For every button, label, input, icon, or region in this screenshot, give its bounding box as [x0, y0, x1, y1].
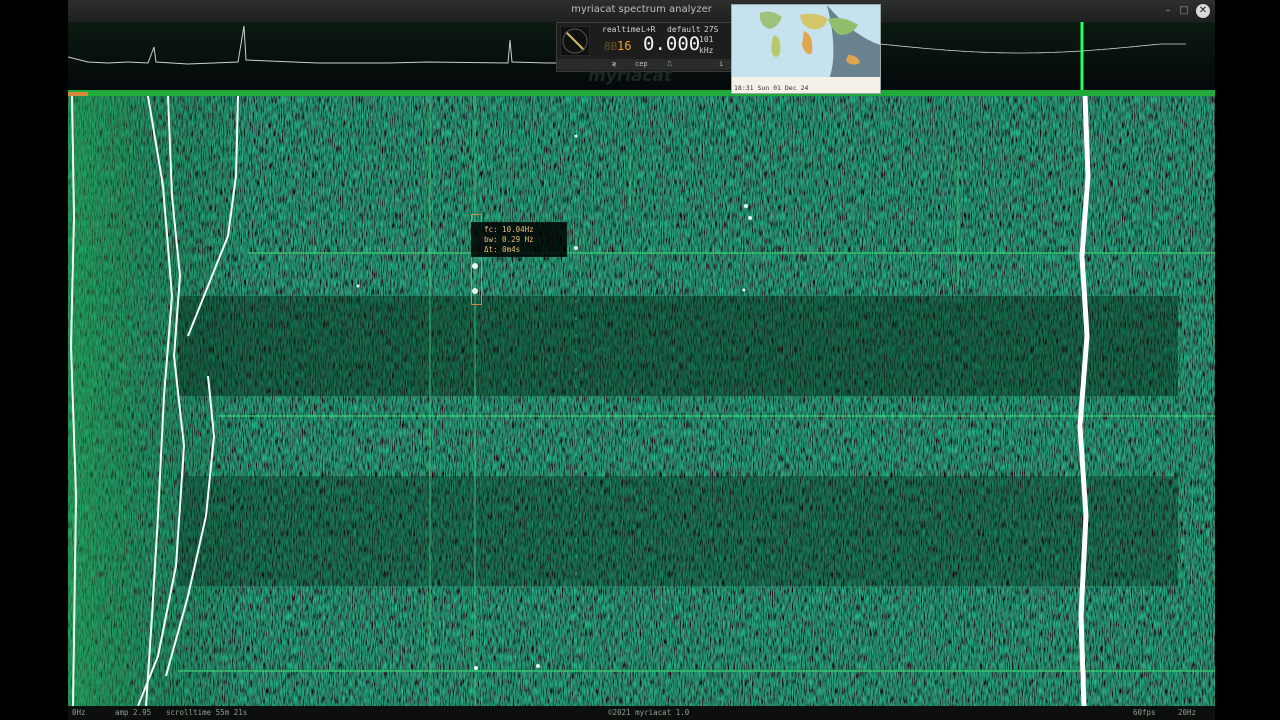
tooltip-dt: Δt: 0m4s	[484, 245, 521, 254]
tooltip-bw: bw: 0.29 Hz	[484, 235, 534, 244]
app-window: myriacat spectrum analyzer – □ ✕ realtim…	[68, 0, 1215, 720]
title-bar: myriacat spectrum analyzer – □ ✕	[68, 0, 1215, 22]
window-title: myriacat spectrum analyzer	[571, 4, 712, 15]
gain-display: 16	[617, 39, 632, 53]
minimize-button[interactable]: –	[1161, 4, 1175, 18]
dark-band	[178, 476, 1178, 586]
status-bar: 0Hz amp 2.95 scrolltime 55m 21s ©2021 my…	[68, 706, 1215, 720]
world-daylight-map[interactable]: 18:31 Sun 01 Dec 24	[731, 4, 881, 94]
frequency-widget[interactable]: realtime L+R default 27S 8B 16 0.000 101…	[556, 22, 732, 72]
dark-band	[178, 296, 1178, 396]
frequency-unit: kHz	[699, 46, 714, 55]
close-button[interactable]: ✕	[1196, 4, 1210, 18]
digit-display-left: 8B	[604, 40, 618, 53]
info-button[interactable]: i	[719, 60, 723, 68]
maximize-button[interactable]: □	[1177, 4, 1191, 18]
brand-logo: myriacat	[588, 66, 673, 86]
status-amp: amp 2.95	[115, 708, 152, 717]
status-fps: 60fps	[1133, 708, 1156, 717]
tooltip-fc: fc: 10.04Hz	[484, 225, 534, 234]
mode-label[interactable]: realtime	[602, 25, 641, 34]
waterfall-display[interactable]	[68, 96, 1215, 706]
low-band-glow	[68, 96, 248, 706]
status-left-frequency: 0Hz	[72, 708, 86, 717]
status-scrolltime: scrolltime 55m 21s	[166, 708, 248, 717]
frequency-unit-top: 101	[699, 35, 714, 44]
status-copyright: ©2021 myriacat 1.0	[608, 708, 690, 717]
world-map-icon	[732, 5, 880, 93]
analog-dial-icon[interactable]	[560, 26, 590, 56]
map-clock: 18:31 Sun 01 Dec 24	[734, 84, 809, 92]
count-label: 27S	[704, 25, 719, 34]
status-right-frequency: 20Hz	[1178, 708, 1197, 717]
frequency-display: 0.000	[643, 33, 701, 55]
selection-tooltip: fc: 10.04Hz bw: 0.29 Hz Δt: 0m4s	[471, 222, 567, 257]
